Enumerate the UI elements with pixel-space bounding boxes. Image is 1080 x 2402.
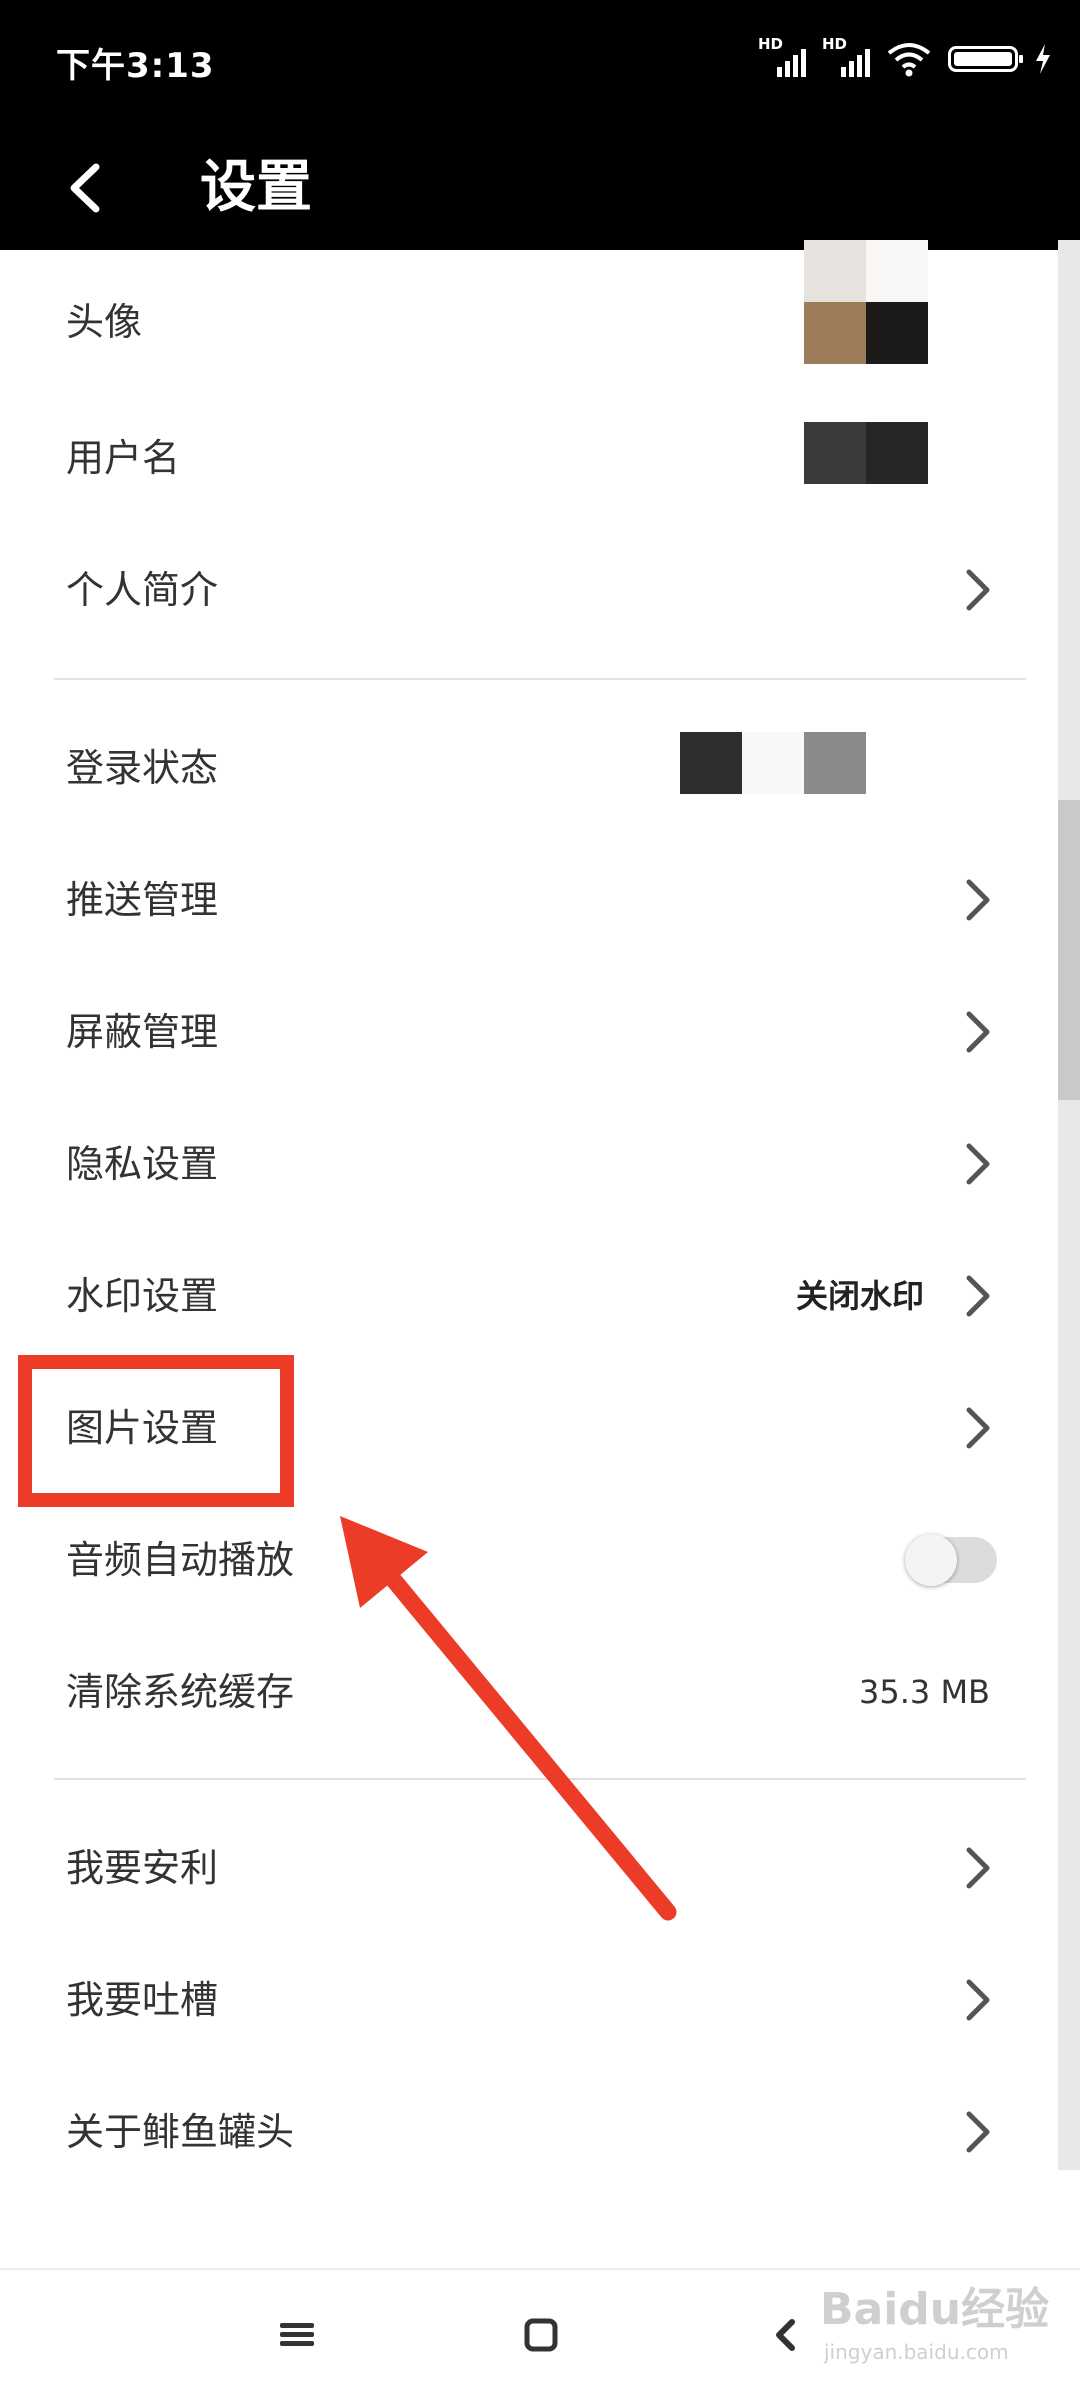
signal-icon: HD [758,35,806,79]
settings-item-label: 关于鲱鱼罐头 [66,2110,295,2154]
settings-item-label: 我要安利 [66,1846,219,1890]
scrollbar[interactable] [1058,240,1080,2170]
wifi-icon [887,43,931,77]
watermark-value: 关闭水印 [795,1277,924,1315]
chevron-right-icon [952,1975,1002,2025]
settings-item-watermark[interactable]: 水印设置 关闭水印 [0,1236,1040,1356]
settings-item-clear-cache[interactable]: 清除系统缓存 35.3 MB [0,1632,1040,1752]
settings-item-avatar[interactable]: 头像 [0,240,1040,382]
settings-item-label: 水印设置 [66,1274,219,1318]
settings-item-label: 推送管理 [66,878,219,922]
back-button[interactable] [52,153,122,223]
cache-size-value: 35.3 MB [859,1673,990,1711]
chevron-right-icon [952,1403,1002,1453]
settings-item-block[interactable]: 屏蔽管理 [0,972,1040,1092]
chevron-right-icon [952,1139,1002,1189]
nav-home-button[interactable] [516,2310,566,2360]
toggle-knob [905,1534,957,1586]
settings-item-label: 清除系统缓存 [66,1670,295,1714]
back-triangle-icon [776,2319,795,2351]
settings-item-label: 用户名 [66,436,181,480]
chevron-left-icon [70,163,100,213]
login-status-pixelated [680,732,866,794]
status-icons: HD HD [758,34,1052,84]
chevron-right-icon [952,875,1002,925]
status-bar: 下午3:13 HD HD [0,0,1080,125]
chevron-right-icon [952,2107,1002,2157]
settings-item-label: 隐私设置 [66,1142,219,1186]
app-bar: 设置 [0,125,1080,250]
charging-icon [1036,44,1050,74]
section-divider [54,678,1026,680]
chevron-right-icon [952,1007,1002,1057]
chevron-right-icon [952,1271,1002,1321]
status-time: 下午3:13 [56,46,215,86]
avatar-image-pixelated [804,240,928,364]
menu-icon [280,2323,314,2346]
watermark-logo-text: Baidu经验 [820,2284,1050,2335]
settings-item-label: 屏蔽管理 [66,1010,219,1054]
settings-item-login-status[interactable]: 登录状态 [0,708,1040,828]
settings-item-bio[interactable]: 个人简介 [0,530,1040,650]
settings-item-label: 我要吐槽 [66,1978,219,2022]
settings-item-username[interactable]: 用户名 [0,398,1040,518]
chevron-right-icon [952,565,1002,615]
settings-item-privacy[interactable]: 隐私设置 [0,1104,1040,1224]
home-square-icon [524,2318,558,2352]
annotation-highlight-box [18,1355,294,1507]
settings-item-push[interactable]: 推送管理 [0,840,1040,960]
nav-menu-button[interactable] [272,2310,322,2360]
settings-item-label: 头像 [66,300,143,344]
settings-item-label: 登录状态 [66,746,219,790]
username-pixelated [804,422,928,484]
settings-item-audio-autoplay[interactable]: 音频自动播放 [0,1500,1040,1620]
scrollbar-thumb[interactable] [1058,800,1080,1100]
audio-autoplay-toggle[interactable] [905,1534,997,1586]
battery-icon [948,46,1023,72]
settings-item-label: 个人简介 [66,568,219,612]
signal-icon: HD [822,35,870,79]
nav-back-button[interactable] [762,2310,812,2360]
settings-item-label: 音频自动播放 [66,1538,295,1582]
settings-item-feedback[interactable]: 我要吐槽 [0,1940,1040,2060]
page-title: 设置 [200,155,312,220]
section-divider [54,1778,1026,1780]
baidu-watermark-logo: Baidu经验 jingyan.baidu.com [820,2280,1049,2364]
watermark-url-text: jingyan.baidu.com [824,2340,1009,2364]
chevron-right-icon [952,1843,1002,1893]
settings-item-recommend[interactable]: 我要安利 [0,1808,1040,1928]
settings-item-about[interactable]: 关于鲱鱼罐头 [0,2072,1040,2192]
